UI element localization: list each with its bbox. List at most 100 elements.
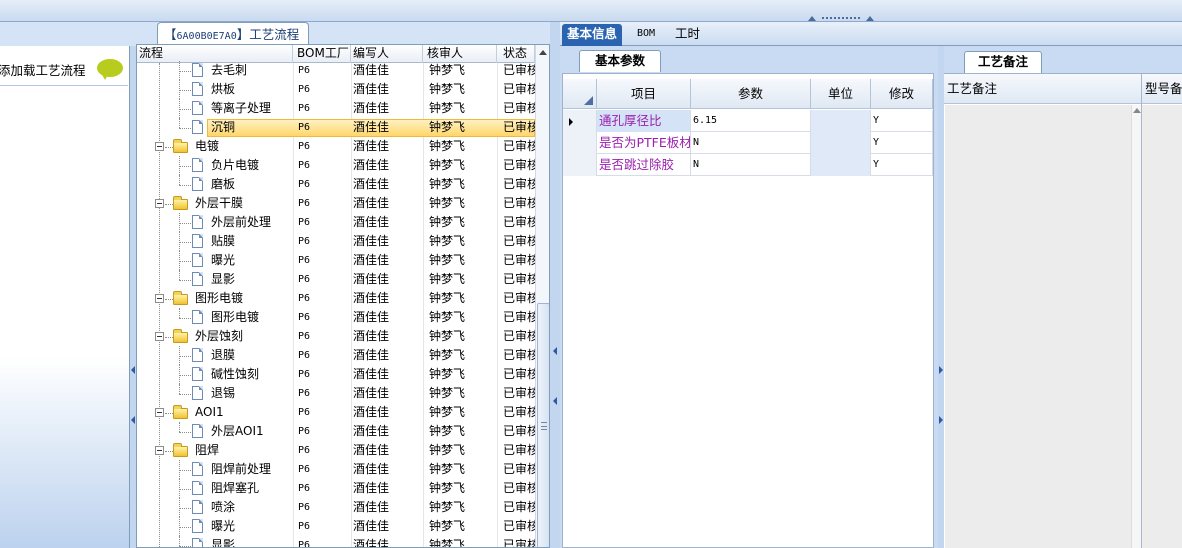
author-cell: 酒佳佳 [353,215,390,229]
tree-row[interactable]: 烘板 P6 酒佳佳 钟梦飞 已审核 [137,80,535,99]
param-item-cell[interactable]: 通孔厚径比 [597,110,691,132]
collapse-toggle-icon[interactable] [155,446,164,455]
col-header-process-notes[interactable]: 工艺备注 [944,74,1141,104]
tree-row[interactable]: 图形电镀 P6 酒佳佳 钟梦飞 已审核 [137,289,535,308]
tree-row[interactable]: 显影 P6 酒佳佳 钟梦飞 已审核 [137,270,535,289]
tree-row[interactable]: 外层蚀刻 P6 酒佳佳 钟梦飞 已审核 [137,327,535,346]
middle-splitter[interactable] [550,22,560,548]
factory-cell: P6 [298,464,311,475]
grid-corner[interactable] [563,79,597,109]
process-notes-list[interactable] [945,105,1131,548]
scroll-thumb[interactable] [537,303,549,547]
reviewer-cell: 钟梦飞 [429,462,466,476]
param-modified-cell[interactable]: Y [871,110,933,132]
params-grid[interactable]: 项目 参数 单位 修改 通孔厚径比 6.15 Y 是否为PTFE板材 N Y 是否跳过除胶 N… [562,73,934,548]
model-notes-list[interactable] [1142,105,1182,548]
tree-row[interactable]: 喷涂 P6 酒佳佳 钟梦飞 已审核 [137,498,535,517]
factory-cell: P6 [298,179,311,190]
param-row[interactable]: 是否跳过除胶 N Y [563,154,933,176]
row-header[interactable] [563,132,597,154]
col-header-modified[interactable]: 修改 [871,79,933,109]
reviewer-cell: 钟梦飞 [429,329,466,343]
tree-row[interactable]: 负片电镀 P6 酒佳佳 钟梦飞 已审核 [137,156,535,175]
tree-row[interactable]: 等离子处理 P6 酒佳佳 钟梦飞 已审核 [137,99,535,118]
tree-row[interactable]: 贴膜 P6 酒佳佳 钟梦飞 已审核 [137,232,535,251]
collapse-toggle-icon[interactable] [155,142,164,151]
col-header-item[interactable]: 项目 [597,79,691,109]
param-row[interactable]: 通孔厚径比 6.15 Y [563,110,933,132]
tree-row[interactable]: 阻焊塞孔 P6 酒佳佳 钟梦飞 已审核 [137,479,535,498]
tree-scrollbar[interactable] [535,45,549,547]
col-header-model-notes[interactable]: 型号备注 [1142,74,1182,104]
add-process-item[interactable]: 添加载工艺流程 [0,46,128,86]
status-cell: 已审核 [503,158,535,172]
notes-scrollbar[interactable] [1131,105,1141,548]
tree-row[interactable]: 沉铜 P6 酒佳佳 钟梦飞 已审核 [137,118,535,137]
param-row[interactable]: 是否为PTFE板材 N Y [563,132,933,154]
row-header[interactable] [563,154,597,176]
collapse-toggle-icon[interactable] [155,199,164,208]
param-unit-cell[interactable] [811,132,871,154]
reviewer-cell: 钟梦飞 [429,310,466,324]
collapse-toggle-icon[interactable] [155,332,164,341]
param-modified-cell[interactable]: Y [871,154,933,176]
factory-cell: P6 [298,198,311,209]
tree-node-label: 外层蚀刻 [195,329,244,343]
row-header[interactable] [563,110,597,132]
chat-bubble-icon[interactable] [97,59,123,80]
param-value-cell[interactable]: 6.15 [691,110,811,132]
tree-row[interactable]: 电镀 P6 酒佳佳 钟梦飞 已审核 [137,137,535,156]
tab-work-hours[interactable]: 工时 [670,24,705,46]
folder-icon [173,291,188,305]
notes-area: 工艺备注 工艺备注 型号备注 [944,46,1182,548]
factory-cell: P6 [298,369,311,380]
document-icon [192,538,203,547]
param-unit-cell[interactable] [811,110,871,132]
document-icon [192,82,203,96]
col-header-unit[interactable]: 单位 [811,79,871,109]
tree-row[interactable]: 阻焊前处理 P6 酒佳佳 钟梦飞 已审核 [137,460,535,479]
param-value-cell[interactable]: N [691,154,811,176]
tab-bom[interactable]: BOM [632,24,660,46]
process-tree[interactable]: 流程 BOM工厂 编写人 核审人 状态 去毛刺P6酒佳佳钟梦飞已审核烘板P6酒佳… [136,44,550,548]
tab-basic-params[interactable]: 基本参数 [579,50,661,72]
tree-row[interactable]: 外层干膜 P6 酒佳佳 钟梦飞 已审核 [137,194,535,213]
param-item-cell[interactable]: 是否跳过除胶 [597,154,691,176]
status-cell: 已审核 [503,443,535,457]
tree-row[interactable]: 曝光 P6 酒佳佳 钟梦飞 已审核 [137,517,535,536]
tree-row[interactable]: 外层前处理 P6 酒佳佳 钟梦飞 已审核 [137,213,535,232]
collapse-toggle-icon[interactable] [155,294,164,303]
tab-process-flow[interactable]: 【6A00B0E7A0】工艺流程 [157,22,309,44]
factory-cell: P6 [298,540,311,548]
tree-row[interactable]: 曝光 P6 酒佳佳 钟梦飞 已审核 [137,251,535,270]
tree-row[interactable]: 去毛刺 P6 酒佳佳 钟梦飞 已审核 [137,61,535,80]
reviewer-cell: 钟梦飞 [429,424,466,438]
param-item-cell[interactable]: 是否为PTFE板材 [597,132,691,154]
panel-collapse-grip[interactable] [808,15,874,21]
tab-process-notes[interactable]: 工艺备注 [964,51,1042,73]
reviewer-cell: 钟梦飞 [429,253,466,267]
tree-row[interactable]: 阻焊 P6 酒佳佳 钟梦飞 已审核 [137,441,535,460]
param-unit-cell[interactable] [811,154,871,176]
tab-basic-info[interactable]: 基本信息 [562,24,623,46]
factory-cell: P6 [298,217,311,228]
tree-row[interactable]: 退锡 P6 酒佳佳 钟梦飞 已审核 [137,384,535,403]
document-icon [192,101,203,115]
collapse-toggle-icon[interactable] [155,408,164,417]
param-modified-cell[interactable]: Y [871,132,933,154]
col-header-value[interactable]: 参数 [691,79,811,109]
tree-node-label: 负片电镀 [211,158,260,172]
param-value-cell[interactable]: N [691,132,811,154]
tree-row[interactable]: 外层AOI1 P6 酒佳佳 钟梦飞 已审核 [137,422,535,441]
scroll-up-arrow-icon[interactable] [539,50,547,55]
model-notes-column: 型号备注 [1142,74,1182,548]
tree-row[interactable]: 碱性蚀刻 P6 酒佳佳 钟梦飞 已审核 [137,365,535,384]
tree-row[interactable]: 显影 P6 酒佳佳 钟梦飞 已审核 [137,536,535,548]
tree-row[interactable]: 退膜 P6 酒佳佳 钟梦飞 已审核 [137,346,535,365]
status-cell: 已审核 [503,272,535,286]
tree-row[interactable]: 图形电镀 P6 酒佳佳 钟梦飞 已审核 [137,308,535,327]
tree-row[interactable]: 磨板 P6 酒佳佳 钟梦飞 已审核 [137,175,535,194]
tree-row[interactable]: AOI1 P6 酒佳佳 钟梦飞 已审核 [137,403,535,422]
tree-node-label: 退锡 [211,386,236,400]
scroll-up-arrow-icon[interactable] [1133,108,1141,113]
